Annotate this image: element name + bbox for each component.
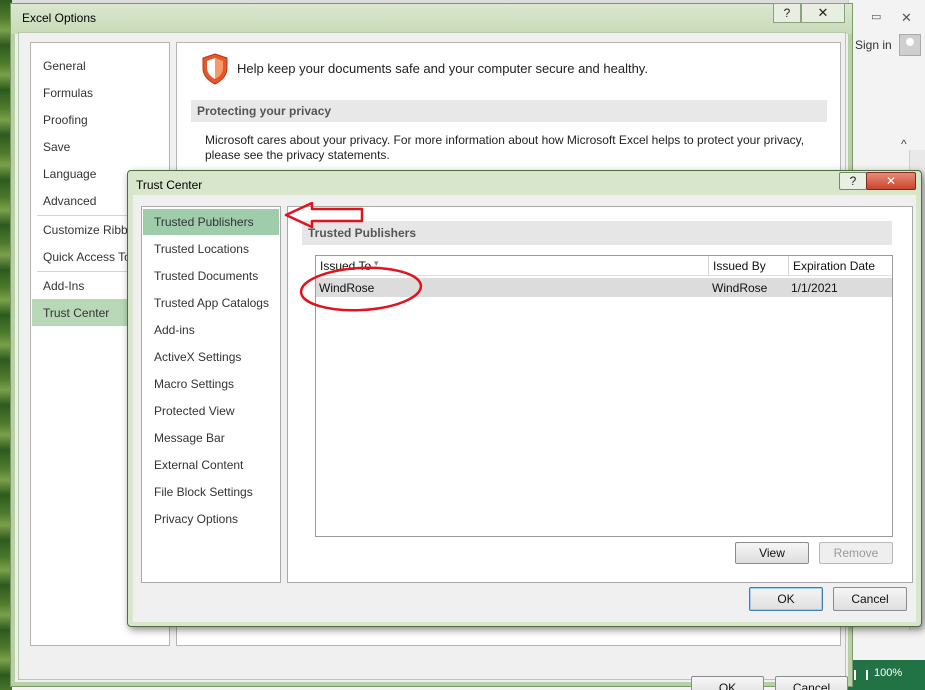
- nav-item-add-ins[interactable]: Add-Ins: [43, 279, 84, 293]
- nav-item-privacy-options[interactable]: Privacy Options: [154, 512, 238, 526]
- nav-item-trust-center[interactable]: Trust Center: [43, 306, 109, 320]
- cell-issued-by: WindRose: [712, 281, 768, 295]
- close-button[interactable]: ✕: [801, 3, 845, 23]
- ok-button[interactable]: OK: [691, 676, 764, 690]
- nav-item-external-content[interactable]: External Content: [154, 458, 243, 472]
- trust-center-nav: Trusted Publishers Trusted Locations Tru…: [141, 206, 281, 583]
- view-button[interactable]: View: [735, 542, 809, 564]
- table-row[interactable]: WindRose WindRose 1/1/2021: [316, 278, 892, 297]
- help-button[interactable]: ?: [839, 172, 867, 190]
- sort-arrow-icon: ▾: [374, 258, 379, 268]
- nav-item-trusted-locations[interactable]: Trusted Locations: [154, 242, 249, 256]
- nav-item-protected-view[interactable]: Protected View: [154, 404, 235, 418]
- zoom-slider-icon[interactable]: [854, 670, 868, 680]
- minimize-icon[interactable]: ▭: [871, 10, 881, 23]
- section-header-privacy: Protecting your privacy: [191, 100, 827, 122]
- trust-center-content: Trusted Publishers Issued To ▾ Issued By…: [287, 206, 913, 583]
- nav-item-formulas[interactable]: Formulas: [43, 86, 93, 100]
- zoom-level[interactable]: 100%: [874, 667, 902, 679]
- nav-item-general[interactable]: General: [43, 59, 86, 73]
- shield-icon: [202, 53, 228, 85]
- trust-tagline: Help keep your documents safe and your c…: [237, 61, 648, 76]
- column-separator[interactable]: [788, 256, 789, 276]
- nav-item-save[interactable]: Save: [43, 140, 70, 154]
- help-button[interactable]: ?: [773, 3, 801, 23]
- column-header-expiration-date[interactable]: Expiration Date: [793, 259, 875, 273]
- cell-issued-to: WindRose: [319, 281, 375, 295]
- nav-item-message-bar[interactable]: Message Bar: [154, 431, 225, 445]
- remove-button[interactable]: Remove: [819, 542, 893, 564]
- nav-item-advanced[interactable]: Advanced: [43, 194, 96, 208]
- list-header: Issued To ▾ Issued By Expiration Date: [316, 256, 892, 276]
- excel-options-titlebar[interactable]: Excel Options ? ✕: [11, 3, 852, 34]
- privacy-paragraph: Microsoft cares about your privacy. For …: [205, 133, 805, 162]
- cancel-button[interactable]: Cancel: [775, 676, 848, 690]
- nav-item-trusted-documents[interactable]: Trusted Documents: [154, 269, 258, 283]
- nav-item-trusted-app-catalogs[interactable]: Trusted App Catalogs: [154, 296, 269, 310]
- cell-expiration-date: 1/1/2021: [791, 281, 838, 295]
- nav-item-file-block-settings[interactable]: File Block Settings: [154, 485, 253, 499]
- cancel-button[interactable]: Cancel: [833, 587, 907, 611]
- close-icon[interactable]: ✕: [901, 10, 912, 26]
- nav-item-proofing[interactable]: Proofing: [43, 113, 88, 127]
- ok-button[interactable]: OK: [749, 587, 823, 611]
- column-header-issued-by[interactable]: Issued By: [713, 259, 766, 273]
- trust-center-body: Trusted Publishers Trusted Locations Tru…: [133, 195, 916, 622]
- nav-item-trusted-publishers[interactable]: Trusted Publishers: [154, 215, 254, 229]
- window-title: Excel Options: [22, 11, 97, 25]
- column-separator[interactable]: [708, 256, 709, 276]
- close-button[interactable]: ✕: [866, 172, 916, 190]
- avatar[interactable]: [899, 34, 921, 56]
- nav-item-language[interactable]: Language: [43, 167, 96, 181]
- section-header-trusted-publishers: Trusted Publishers: [302, 221, 892, 245]
- chevron-up-icon[interactable]: ^: [901, 137, 907, 151]
- trust-center-dialog: Trust Center ? ✕ Trusted Publishers Trus…: [127, 170, 922, 627]
- publishers-list[interactable]: Issued To ▾ Issued By Expiration Date Wi…: [315, 255, 893, 537]
- nav-item-add-ins[interactable]: Add-ins: [154, 323, 195, 337]
- nav-item-activex-settings[interactable]: ActiveX Settings: [154, 350, 241, 364]
- column-header-issued-to[interactable]: Issued To: [320, 259, 371, 273]
- dialog-title: Trust Center: [136, 178, 203, 192]
- sign-in-link[interactable]: Sign in: [855, 38, 892, 52]
- nav-item-macro-settings[interactable]: Macro Settings: [154, 377, 234, 391]
